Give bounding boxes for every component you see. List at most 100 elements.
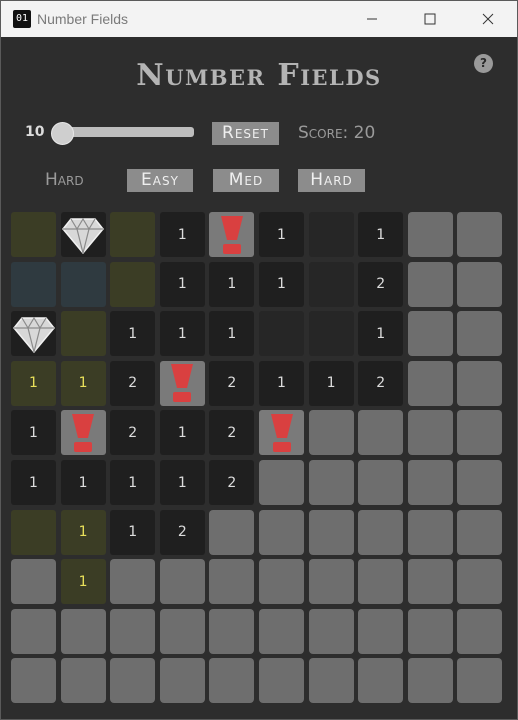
covered-cell[interactable] xyxy=(457,360,503,406)
number-cell[interactable]: 1 xyxy=(209,311,255,357)
empty-cell[interactable] xyxy=(308,261,354,307)
flag-cell[interactable] xyxy=(159,360,205,406)
covered-cell[interactable] xyxy=(308,608,354,654)
highlighted-cell[interactable] xyxy=(110,261,156,307)
number-cell[interactable]: 1 xyxy=(259,360,304,406)
covered-cell[interactable] xyxy=(209,608,255,654)
covered-cell[interactable] xyxy=(209,509,255,555)
covered-cell[interactable] xyxy=(308,410,354,456)
covered-cell[interactable] xyxy=(159,608,205,654)
close-button[interactable] xyxy=(459,1,517,37)
covered-cell[interactable] xyxy=(308,460,354,505)
covered-cell[interactable] xyxy=(457,311,503,357)
covered-cell[interactable] xyxy=(209,658,255,704)
minimize-button[interactable] xyxy=(343,1,401,37)
empty-cell[interactable] xyxy=(308,311,354,357)
number-cell[interactable]: 1 xyxy=(358,212,404,257)
covered-cell[interactable] xyxy=(407,509,453,555)
covered-cell[interactable] xyxy=(60,608,106,654)
covered-cell[interactable] xyxy=(407,460,453,505)
covered-cell[interactable] xyxy=(358,608,404,654)
number-cell[interactable]: 1 xyxy=(11,410,56,456)
flag-cell[interactable] xyxy=(259,410,304,456)
covered-cell[interactable] xyxy=(110,608,156,654)
board-size-slider[interactable] xyxy=(57,127,194,137)
covered-cell[interactable] xyxy=(407,608,453,654)
number-cell[interactable]: 1 xyxy=(60,460,106,505)
covered-cell[interactable] xyxy=(308,509,354,555)
covered-cell[interactable] xyxy=(358,410,404,456)
covered-cell[interactable] xyxy=(457,460,503,505)
flag-cell[interactable] xyxy=(209,212,255,257)
covered-cell[interactable] xyxy=(407,658,453,704)
highlighted-cell[interactable] xyxy=(11,509,56,555)
number-cell[interactable]: 2 xyxy=(358,360,404,406)
covered-cell[interactable] xyxy=(407,360,453,406)
number-cell[interactable]: 1 xyxy=(159,212,205,257)
covered-cell[interactable] xyxy=(259,658,304,704)
number-cell[interactable]: 1 xyxy=(110,460,156,505)
number-cell[interactable]: 1 xyxy=(358,311,404,357)
med-button[interactable]: Med xyxy=(213,169,279,192)
slider-thumb[interactable] xyxy=(51,122,74,145)
covered-cell[interactable] xyxy=(407,261,453,307)
title-bar[interactable]: 01 Number Fields xyxy=(1,1,517,37)
reset-button[interactable]: Reset xyxy=(212,122,279,145)
covered-cell[interactable] xyxy=(110,559,156,605)
highlighted-cell[interactable] xyxy=(11,261,56,307)
number-cell[interactable]: 2 xyxy=(358,261,404,307)
covered-cell[interactable] xyxy=(407,559,453,605)
maximize-button[interactable] xyxy=(401,1,459,37)
hard-button[interactable]: Hard xyxy=(298,169,365,192)
covered-cell[interactable] xyxy=(209,559,255,605)
empty-cell[interactable] xyxy=(308,212,354,257)
covered-cell[interactable] xyxy=(457,658,503,704)
highlighted-cell[interactable] xyxy=(11,212,56,257)
number-cell[interactable]: 2 xyxy=(209,410,255,456)
highlighted-cell[interactable] xyxy=(60,311,106,357)
covered-cell[interactable] xyxy=(457,509,503,555)
number-cell[interactable]: 1 xyxy=(110,509,156,555)
number-cell[interactable]: 1 xyxy=(60,509,106,555)
covered-cell[interactable] xyxy=(457,410,503,456)
covered-cell[interactable] xyxy=(457,559,503,605)
highlighted-cell[interactable] xyxy=(60,261,106,307)
covered-cell[interactable] xyxy=(11,608,56,654)
number-cell[interactable]: 1 xyxy=(110,311,156,357)
covered-cell[interactable] xyxy=(407,311,453,357)
number-cell[interactable]: 2 xyxy=(159,509,205,555)
number-cell[interactable]: 1 xyxy=(11,460,56,505)
empty-cell[interactable] xyxy=(259,311,304,357)
covered-cell[interactable] xyxy=(358,559,404,605)
covered-cell[interactable] xyxy=(60,658,106,704)
covered-cell[interactable] xyxy=(259,460,304,505)
diamond-cell[interactable] xyxy=(11,311,56,357)
number-cell[interactable]: 1 xyxy=(209,261,255,307)
number-cell[interactable]: 2 xyxy=(110,410,156,456)
covered-cell[interactable] xyxy=(259,608,304,654)
covered-cell[interactable] xyxy=(11,559,56,605)
highlighted-cell[interactable] xyxy=(110,212,156,257)
number-cell[interactable]: 2 xyxy=(110,360,156,406)
covered-cell[interactable] xyxy=(259,559,304,605)
covered-cell[interactable] xyxy=(159,559,205,605)
easy-button[interactable]: Easy xyxy=(127,169,193,192)
number-cell[interactable]: 1 xyxy=(60,559,106,605)
number-cell[interactable]: 1 xyxy=(259,261,304,307)
covered-cell[interactable] xyxy=(110,658,156,704)
number-cell[interactable]: 1 xyxy=(308,360,354,406)
covered-cell[interactable] xyxy=(358,460,404,505)
covered-cell[interactable] xyxy=(358,658,404,704)
flag-cell[interactable] xyxy=(60,410,106,456)
covered-cell[interactable] xyxy=(457,608,503,654)
covered-cell[interactable] xyxy=(457,212,503,257)
help-button[interactable]: ? xyxy=(474,54,493,73)
covered-cell[interactable] xyxy=(407,212,453,257)
covered-cell[interactable] xyxy=(159,658,205,704)
covered-cell[interactable] xyxy=(407,410,453,456)
number-cell[interactable]: 1 xyxy=(159,261,205,307)
number-cell[interactable]: 1 xyxy=(259,212,304,257)
covered-cell[interactable] xyxy=(308,658,354,704)
covered-cell[interactable] xyxy=(259,509,304,555)
number-cell[interactable]: 1 xyxy=(60,360,106,406)
